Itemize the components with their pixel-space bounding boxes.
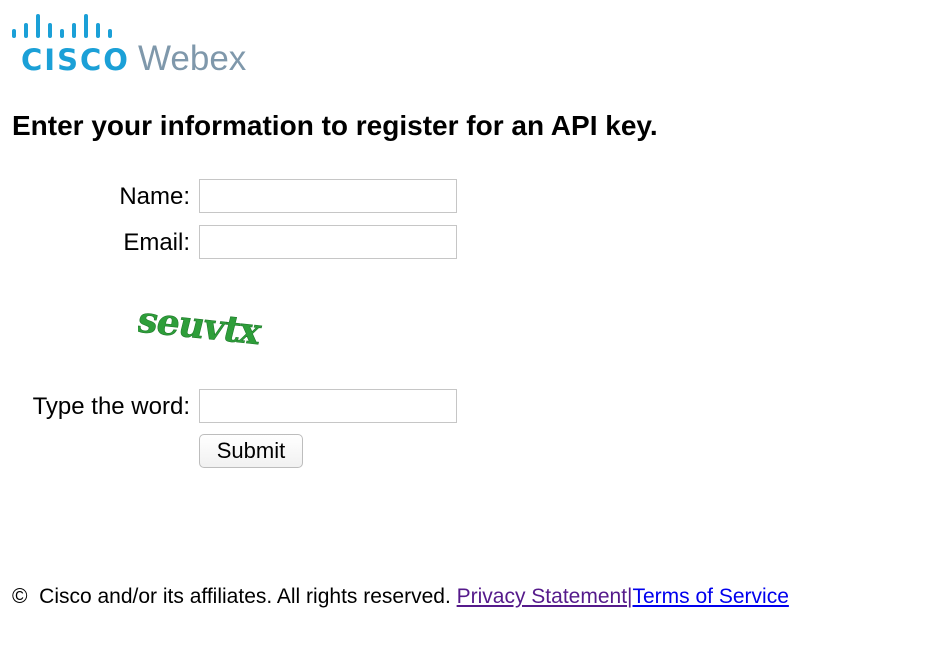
cisco-bars-icon bbox=[12, 14, 112, 38]
webex-wordmark: Webex bbox=[138, 39, 247, 78]
copyright-text: Cisco and/or its affiliates. All rights … bbox=[39, 585, 451, 608]
captcha-input[interactable] bbox=[199, 389, 457, 423]
copyright-symbol: © bbox=[12, 585, 28, 608]
captcha-image: seuvtx bbox=[138, 298, 267, 353]
captcha-word: seuvtx bbox=[138, 298, 267, 353]
submit-button[interactable]: Submit bbox=[199, 434, 303, 468]
email-label: Email: bbox=[123, 229, 190, 256]
name-input[interactable] bbox=[199, 179, 457, 213]
name-label: Name: bbox=[119, 183, 190, 210]
cisco-webex-logo: CISCO Webex bbox=[12, 12, 272, 78]
footer: © Cisco and/or its affiliates. All right… bbox=[12, 583, 789, 611]
cisco-wordmark: CISCO bbox=[21, 43, 130, 77]
privacy-statement-link[interactable]: Privacy Statement bbox=[457, 585, 627, 608]
type-word-label: Type the word: bbox=[32, 393, 190, 420]
page-title: Enter your information to register for a… bbox=[12, 110, 658, 141]
terms-of-service-link[interactable]: Terms of Service bbox=[633, 585, 789, 608]
email-input[interactable] bbox=[199, 225, 457, 259]
